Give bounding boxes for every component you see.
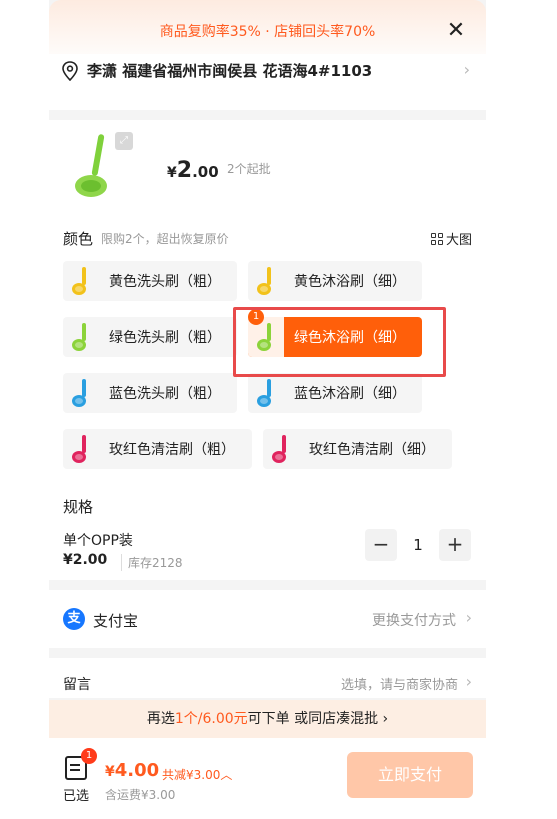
discount-text: 共减¥3.00 [162,768,221,782]
price-currency: ¥ [167,165,177,181]
increase-button[interactable]: + [439,529,471,561]
zoom-icon[interactable]: ⤢ [115,132,133,150]
address-text: 李潇 福建省福州市闽侯县 花语海4#1103 [87,62,373,80]
grid-icon [430,232,443,245]
background-right [486,0,557,819]
color-limit-note: 限购2个，超出恢复原价 [101,232,229,246]
promo-suffix: 可下单 或同店凑混批 [247,711,379,727]
brush-thumbnail [63,261,99,301]
color-title: 颜色 [63,230,94,248]
color-option[interactable]: 黄色沐浴刷（细） [248,261,422,301]
chevron-up-icon: ︿ [220,768,233,782]
message-row[interactable]: 留言 选填，请与商家协商 › [49,658,486,698]
spec-name: 单个OPP装 [63,533,133,549]
order-sheet: 商品复购率35% · 店铺回头率70% ✕ 李潇 福建省福州市闽侯县 花语海4#… [49,0,486,819]
chevron-right-icon: › [463,60,470,79]
brush-thumbnail [263,429,299,469]
promo-bar[interactable]: 再选1个/6.00元可下单 或同店凑混批 › [49,700,486,738]
color-option-label: 玫红色清洁刷（细） [309,442,435,458]
price-integer: 2 [176,158,193,183]
chevron-right-icon: › [465,672,472,691]
brush-thumbnail [63,317,99,357]
product-price: ¥2.00 [167,158,219,183]
total-currency: ¥ [105,764,115,780]
big-picture-label: 大图 [445,233,472,248]
promo-prefix: 再选 [146,711,175,727]
alipay-icon: 支 [63,608,85,630]
big-picture-toggle[interactable]: 大图 [430,229,472,248]
promo-count: 1个/6.00元 [174,711,248,727]
selected-label: 已选 [63,789,90,804]
banner-text: 商品复购率35% · 店铺回头率70% [159,24,376,40]
change-payment-link[interactable]: 更换支付方式 [372,610,456,630]
color-option[interactable]: 黄色洗头刷（粗） [63,261,237,301]
footer-bar: 1 已选 ¥4.00 共减¥3.00︿ 含运费¥3.00 立即支付 [49,738,486,819]
color-option-label: 蓝色洗头刷（粗） [109,386,221,402]
close-icon[interactable]: ✕ [446,20,466,42]
payment-method-name: 支付宝 [93,612,139,630]
background-left [0,0,49,819]
color-option[interactable]: 绿色洗头刷（粗） [63,317,237,357]
spec-price: ¥2.00 [63,552,108,568]
pay-now-button[interactable]: 立即支付 [347,752,473,798]
decrease-button[interactable]: − [365,529,397,561]
spec-stock: 库存2128 [121,554,183,571]
price-decimal: .00 [192,163,219,181]
color-option-label: 黄色沐浴刷（细） [294,274,406,290]
chevron-right-icon: › [378,711,389,727]
brush-thumbnail [248,261,284,301]
address-row[interactable]: 李潇 福建省福州市闽侯县 花语海4#1103 › [49,54,486,110]
total-amount: 4.00 [114,760,160,781]
brush-thumbnail [63,429,99,469]
location-pin-icon [62,61,78,81]
color-option-label: 黄色洗头刷（粗） [109,274,221,290]
quantity-stepper: − 1 + [365,528,471,562]
spec-title: 规格 [63,498,94,516]
color-option[interactable]: 蓝色洗头刷（粗） [63,373,237,413]
color-option-label: 玫红色清洁刷（粗） [109,442,235,458]
message-title: 留言 [63,677,91,693]
discount-toggle[interactable]: 共减¥3.00︿ [162,766,232,783]
color-option[interactable]: 玫红色清洁刷（细） [263,429,452,469]
color-option[interactable]: 蓝色沐浴刷（细） [248,373,422,413]
selection-highlight [233,307,446,377]
chevron-right-icon: › [465,608,472,627]
color-option[interactable]: 玫红色清洁刷（粗） [63,429,252,469]
cart-badge: 1 [81,748,97,764]
color-option-label: 蓝色沐浴刷（细） [294,386,406,402]
total-price: ¥4.00 [105,760,159,781]
brush-thumbnail [248,373,284,413]
color-option-label: 绿色洗头刷（粗） [109,330,221,346]
minimum-order: 2个起批 [227,162,271,176]
message-input[interactable]: 选填，请与商家协商 [341,674,458,693]
brush-thumbnail [63,373,99,413]
quantity-value[interactable]: 1 [397,536,439,554]
shipping-fee: 含运费¥3.00 [105,788,176,802]
payment-row[interactable]: 支 支付宝 更换支付方式 › [49,590,486,648]
